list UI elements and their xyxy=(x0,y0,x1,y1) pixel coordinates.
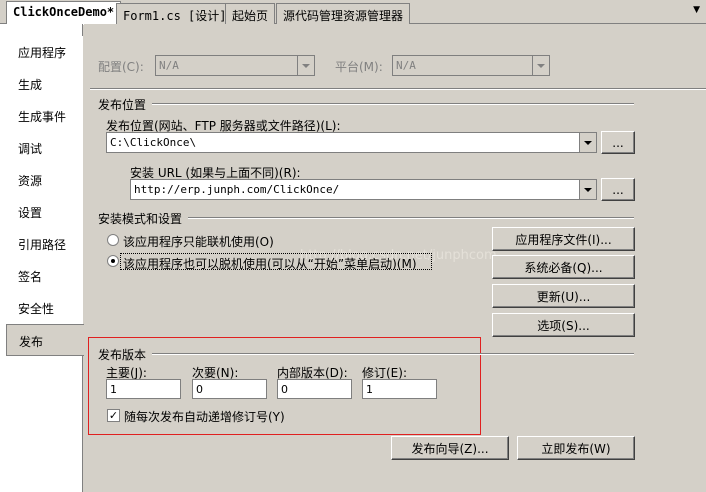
sidebar-item-reference-paths[interactable]: 引用路径 xyxy=(6,228,83,260)
publish-location-value: C:\ClickOnce\ xyxy=(110,136,197,149)
publish-now-button[interactable]: 立即发布(W) xyxy=(517,436,635,460)
chevron-down-icon[interactable] xyxy=(579,180,596,199)
sidebar-item-settings[interactable]: 设置 xyxy=(6,196,83,228)
offline-radio[interactable] xyxy=(107,255,119,267)
sidebar-item-build[interactable]: 生成 xyxy=(6,68,83,100)
build-version-input[interactable]: 0 xyxy=(277,379,352,399)
sidebar-item-build-events[interactable]: 生成事件 xyxy=(6,100,83,132)
property-pages-sidebar: 应用程序 生成 生成事件 调试 资源 设置 引用路径 签名 安全性 发布 xyxy=(0,24,84,492)
separator xyxy=(98,103,634,105)
platform-label: 平台(M): xyxy=(335,60,383,74)
sidebar-item-signing[interactable]: 签名 xyxy=(6,260,83,292)
publish-location-title: 发布位置 xyxy=(98,96,153,113)
tab-start-page[interactable]: 起始页 xyxy=(225,3,276,24)
sidebar-item-publish[interactable]: 发布 xyxy=(6,324,84,356)
chevron-down-icon[interactable] xyxy=(297,56,314,75)
application-files-button[interactable]: 应用程序文件(I)... xyxy=(492,227,635,251)
auto-increment-checkbox[interactable]: ✓ xyxy=(107,409,120,422)
minor-version-input[interactable]: 0 xyxy=(192,379,267,399)
install-mode-title: 安装模式和设置 xyxy=(98,210,189,227)
tab-clickoncedemo[interactable]: ClickOnceDemo* xyxy=(6,1,122,25)
platform-combo-value: N/A xyxy=(396,59,416,72)
separator xyxy=(90,88,706,90)
document-tab-strip: ClickOnceDemo* Form1.cs [设计] 起始页 源代码管理资源… xyxy=(0,0,706,25)
focus-rectangle xyxy=(120,253,432,270)
config-combo[interactable]: N/A xyxy=(155,55,315,76)
sidebar-item-security[interactable]: 安全性 xyxy=(6,292,83,324)
install-url-combo[interactable]: http://erp.junph.com/ClickOnce/ xyxy=(130,179,597,200)
install-url-browse-button[interactable]: ... xyxy=(601,178,635,201)
config-label: 配置(C): xyxy=(98,60,144,74)
publish-location-browse-button[interactable]: ... xyxy=(601,131,635,154)
platform-combo[interactable]: N/A xyxy=(392,55,550,76)
publish-wizard-button[interactable]: 发布向导(Z)... xyxy=(391,436,509,460)
config-combo-value: N/A xyxy=(159,59,179,72)
chevron-down-icon[interactable] xyxy=(579,133,596,152)
auto-increment-label: 随每次发布自动递增修订号(Y) xyxy=(124,410,285,424)
updates-button[interactable]: 更新(U)... xyxy=(492,284,635,308)
tab-source-control-explorer[interactable]: 源代码管理资源管理器 xyxy=(276,3,411,24)
online-only-radio[interactable] xyxy=(107,234,119,246)
publish-location-combo[interactable]: C:\ClickOnce\ xyxy=(106,132,597,153)
options-button[interactable]: 选项(S)... xyxy=(492,313,635,337)
chevron-down-icon[interactable] xyxy=(532,56,549,75)
tab-form1-design[interactable]: Form1.cs [设计] xyxy=(116,3,234,24)
sidebar-item-resources[interactable]: 资源 xyxy=(6,164,83,196)
sidebar-item-debug[interactable]: 调试 xyxy=(6,132,83,164)
online-only-label: 该应用程序只能联机使用(O) xyxy=(123,235,274,249)
tab-menu-dropdown-icon[interactable]: ▼ xyxy=(693,5,700,15)
install-url-value: http://erp.junph.com/ClickOnce/ xyxy=(134,183,340,196)
separator xyxy=(98,353,634,355)
sidebar-item-application[interactable]: 应用程序 xyxy=(6,36,83,68)
major-version-input[interactable]: 1 xyxy=(106,379,181,399)
publish-version-title: 发布版本 xyxy=(98,346,153,363)
prerequisites-button[interactable]: 系统必备(Q)... xyxy=(492,255,635,279)
revision-version-input[interactable]: 1 xyxy=(362,379,437,399)
